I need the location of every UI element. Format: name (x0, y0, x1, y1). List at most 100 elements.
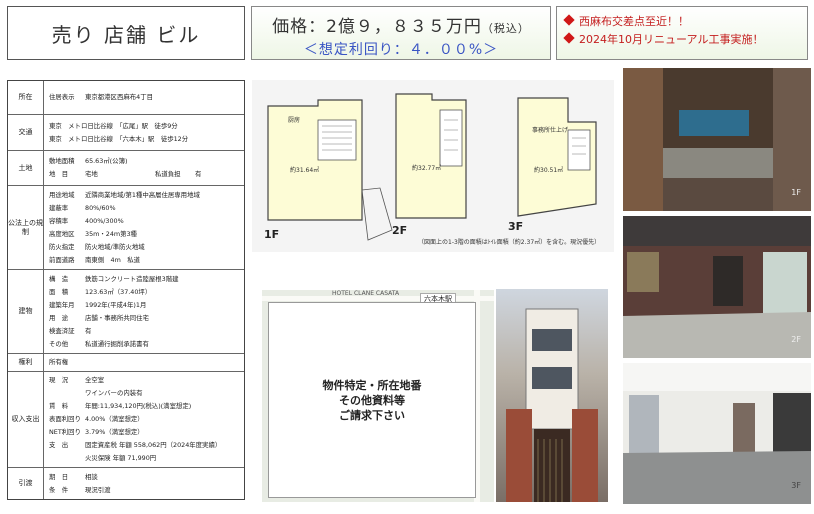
plan-2f-label: 2F (392, 224, 407, 237)
spec-key: 私道負担 (155, 170, 181, 178)
spec-value: 店舗・事務所共同住宅 (85, 313, 149, 322)
spec-value: 近隣商業地域/第1種中高層住居専用地域 (85, 190, 200, 199)
spec-key: NET利回り (49, 428, 81, 436)
spec-key: 検査済証 (49, 326, 75, 335)
plan-1f-room: 厨房 (288, 116, 300, 124)
section-label: 収入支出 (8, 372, 44, 467)
diamond-icon (563, 14, 575, 26)
floor-plan-drawing: 厨房 約31.64㎡ 約32.77㎡ 事務所仕上げ 約30.51㎡ 1F 2F … (264, 93, 597, 241)
spec-value: 有 (195, 170, 202, 178)
spec-value: 3.79%（満室想定） (85, 428, 144, 436)
spec-value: 火災保険 年額 71,990円 (85, 454, 157, 462)
interior-photo-1f: 1F (623, 68, 811, 211)
spec-value: 相談 (85, 472, 98, 481)
property-spec-table: 所在 住居表示 東京都港区西麻布4丁目 交通 東京 メトロ日比谷線 「広尾」駅 徒… (7, 80, 245, 500)
handover-rows: 期 日 相談 条 件 現況引渡 (44, 468, 244, 499)
spec-value: 年間:11,934,120円(税込)(満室想定) (85, 402, 192, 410)
spec-value: 35m・24m第3種 (85, 229, 137, 238)
interior-photo-2f: 2F (623, 216, 811, 358)
building-rows: 構 造 鉄筋コンクリート造陸屋根3階建 面 積 123.63㎡（37.40坪） 建築… (44, 270, 244, 353)
exterior-illustration (506, 308, 598, 502)
spec-value: 65.63㎡(公簿) (85, 157, 128, 165)
spec-key: 敷地面積 (49, 157, 75, 165)
spec-value: 宅地 (85, 170, 98, 178)
spec-handover: 引渡 期 日 相談 条 件 現況引渡 (8, 468, 244, 499)
spec-value: 123.63㎡（37.40坪） (85, 287, 152, 296)
spec-key: 支 出 (49, 441, 69, 449)
plan-3f-room: 事務所仕上げ (532, 126, 568, 134)
section-label: 所在 (8, 81, 44, 114)
spec-key: 現 況 (49, 376, 69, 384)
spec-key: 用途地域 (49, 190, 75, 199)
photo-floor-tag: 1F (791, 188, 801, 197)
spec-key: 地 目 (49, 170, 69, 178)
spec-value: 1992年(平成4年)1月 (85, 300, 147, 309)
selling-point-text: 2024年10月リニューアル工事実施！ (579, 33, 764, 46)
spec-value: 有 (85, 326, 92, 335)
spec-value: 鉄筋コンクリート造陸屋根3階建 (85, 274, 179, 283)
plan-1f-label: 1F (264, 228, 279, 241)
spec-key (49, 387, 85, 400)
spec-income: 収入支出 現 況 全空室 ワインバーの内装有 賃 料 年間:11,934,120円(… (8, 372, 244, 468)
spec-value: 400%/300% (85, 216, 124, 225)
spec-key: 条 件 (49, 485, 69, 494)
section-label: 公法上の規制 (8, 186, 44, 269)
spec-building: 建物 構 造 鉄筋コンクリート造陸屋根3階建 面 積 123.63㎡（37.40坪）… (8, 270, 244, 354)
spec-key: その他 (49, 339, 69, 348)
income-rows: 現 況 全空室 ワインバーの内装有 賃 料 年間:11,934,120円(税込)(満… (44, 372, 244, 467)
plan-2f-area: 約32.77㎡ (412, 164, 441, 172)
spec-key: 賃 料 (49, 402, 69, 410)
spec-value: 所有権 (49, 358, 69, 366)
spec-value: ワインバーの内装有 (85, 389, 143, 397)
transport-line: 東京 メトロ日比谷線 「六本木」駅 徒歩12分 (49, 134, 189, 143)
plan-2f-stair (439, 109, 463, 167)
overlay-line: その他資料等 (339, 393, 405, 407)
spec-value: 現況引渡 (85, 485, 111, 494)
spec-key: 容積率 (49, 216, 69, 225)
spec-key: 建築年月 (49, 300, 75, 309)
plan-3f-area: 約30.51㎡ (534, 166, 563, 174)
section-label: 権利 (8, 354, 44, 371)
price-text: 価格：2億９，８３５万円 (272, 17, 482, 37)
spec-value: 私道通行掘削承諾書有 (85, 339, 149, 348)
plan-1f-area: 約31.64㎡ (290, 166, 319, 174)
spec-value: 固定資産税 年額 558,062円（2024年度実績） (85, 441, 222, 449)
spec-value: 南東側 4m 私道 (85, 255, 141, 264)
spec-value: 4.00%（満室想定） (85, 415, 144, 423)
spec-value: 防火地域/準防火地域 (85, 242, 145, 251)
spec-value: 80%/60% (85, 203, 116, 212)
spec-regulation: 公法上の規制 用途地域 近隣商業地域/第1種中高層住居専用地域 建蔽率 80%/60… (8, 186, 244, 270)
spec-key: 用 途 (49, 313, 69, 322)
selling-point-1: 西麻布交差点至近！！ (563, 13, 799, 31)
plan-note: （図面上の1-3階の面積はﾄｲﾚ面積（約2.37㎡）を含む。現況優先） (418, 239, 601, 246)
spec-key: 建蔽率 (49, 203, 69, 212)
expected-yield: ＜想定利回り：４．００%＞ (303, 42, 499, 58)
transport-line: 東京 メトロ日比谷線 「広尾」駅 徒歩9分 (49, 121, 178, 130)
selling-points: 西麻布交差点至近！！ 2024年10月リニューアル工事実施！ (556, 6, 808, 60)
spec-value: 全空室 (85, 376, 105, 384)
spec-rights: 権利 所有権 (8, 354, 244, 372)
section-label: 交通 (8, 115, 44, 150)
diamond-icon (563, 32, 575, 44)
spec-key: 住居表示 (49, 93, 75, 101)
price-panel: 価格：2億９，８３５万円（税込） ＜想定利回り：４．００%＞ (251, 6, 551, 60)
price-line: 価格：2億９，８３５万円（税込） (252, 12, 550, 37)
map-street-label: HOTEL CLANE CASATA (332, 290, 400, 297)
spec-key: 前面道路 (49, 255, 75, 264)
interior-1f-illustration (623, 68, 811, 211)
plan-3f-stair (567, 129, 591, 171)
listing-title: 売り 店舗 ビル (7, 6, 245, 60)
spec-key: 期 日 (49, 472, 69, 481)
spec-key: 面 積 (49, 287, 69, 296)
photo-floor-tag: 2F (791, 335, 801, 344)
plan-3f-label: 3F (508, 220, 523, 233)
spec-key (49, 452, 85, 465)
interior-photo-3f: 3F (623, 363, 811, 504)
spec-key: 高度地区 (49, 229, 75, 238)
section-label: 土地 (8, 151, 44, 185)
selling-point-2: 2024年10月リニューアル工事実施！ (563, 31, 799, 49)
overlay-line: 物件特定・所在地番 (322, 378, 422, 392)
spec-transport: 交通 東京 メトロ日比谷線 「広尾」駅 徒歩9分 東京 メトロ日比谷線 「六本木… (8, 115, 244, 151)
contact-overlay: 物件特定・所在地番 その他資料等 ご請求下さい (268, 302, 476, 498)
overlay-line: ご請求下さい (339, 408, 405, 422)
